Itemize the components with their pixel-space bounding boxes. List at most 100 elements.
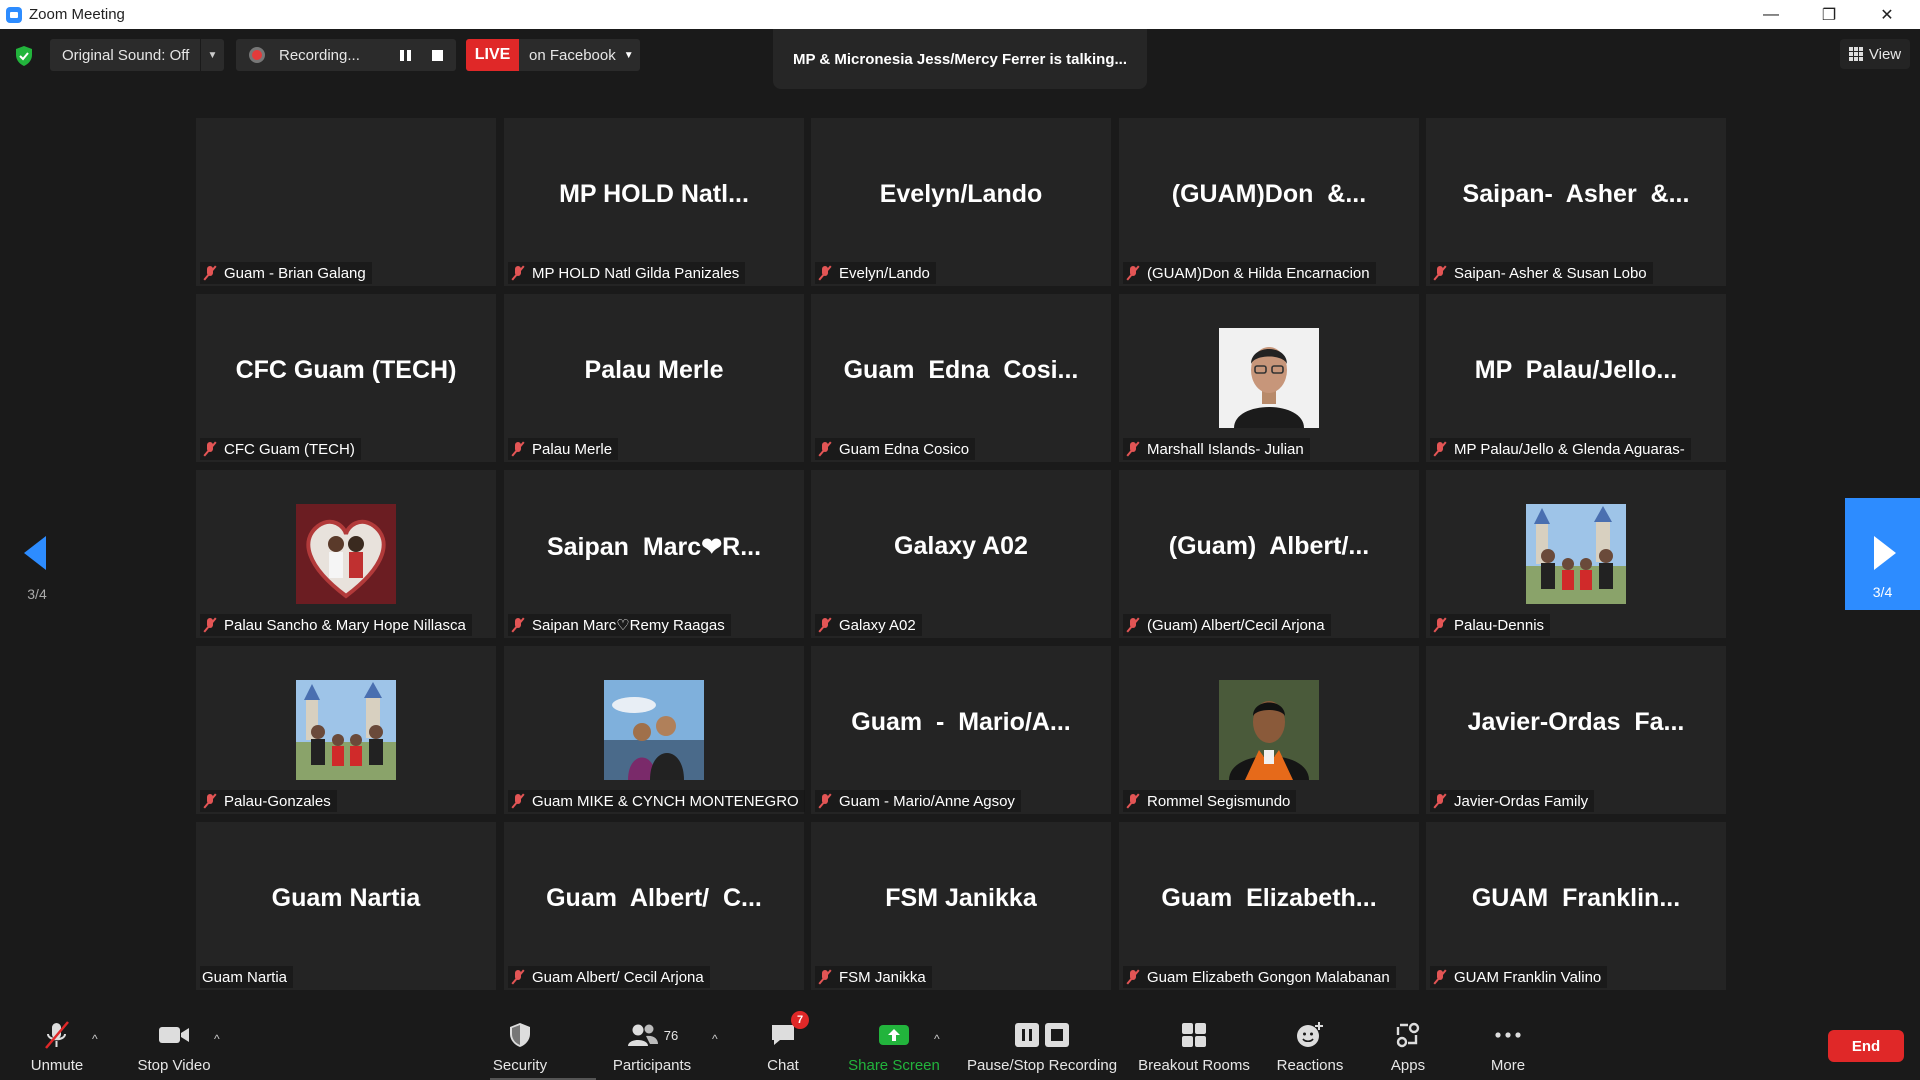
audio-options-caret-icon[interactable]: ^ [92,1032,98,1046]
participant-display-name: Guam Nartia [271,884,421,912]
muted-mic-icon [510,441,526,457]
participant-tile[interactable]: Rommel Segismundo [1119,646,1419,814]
participant-tile[interactable]: Guam Albert/ C... Guam Albert/ Cecil Arjo… [504,822,804,990]
muted-microphone-icon [42,1019,72,1051]
participant-photo [296,680,396,780]
participant-name: Marshall Islands- Julian [1147,440,1304,458]
participant-name: Guam Albert/ Cecil Arjona [532,968,704,986]
participant-tile[interactable]: MP Palau/Jello... MP Palau/Jello & Glenda… [1426,294,1726,462]
participants-count: 76 [663,1027,679,1043]
minimize-button[interactable]: — [1742,0,1800,29]
stop-icon [431,49,443,61]
participant-tile[interactable]: CFC Guam (TECH) CFC Guam (TECH) [196,294,496,462]
participant-tile[interactable]: Saipan- Asher &... Saipan- Asher & Susan … [1426,118,1726,286]
participant-tile[interactable]: Saipan Marc❤R... Saipan Marc♡Remy Raagas [504,470,804,638]
participant-tile[interactable]: Evelyn/Lando Evelyn/Lando [811,118,1111,286]
participant-name-label: Palau-Gonzales [200,790,337,812]
participants-icon: 76 [626,1019,678,1051]
participant-tile[interactable]: Guam Edna Cosi... Guam Edna Cosico [811,294,1111,462]
participant-tile[interactable]: Guam MIKE & CYNCH MONTENEGRO [504,646,805,814]
participant-name: Palau-Gonzales [224,792,331,810]
participant-name: Palau Merle [532,440,613,458]
muted-mic-icon [202,441,218,457]
participant-name-label: GUAM Franklin Valino [1430,966,1608,988]
participants-label: Participants [612,1057,692,1074]
breakout-rooms-icon [1180,1019,1208,1051]
participant-name-label: Guam MIKE & CYNCH MONTENEGRO [508,790,805,812]
previous-page-arrow-icon[interactable] [24,536,46,570]
muted-mic-icon [1432,793,1448,809]
close-button[interactable]: ✕ [1858,0,1916,29]
muted-mic-icon [1125,265,1141,281]
participant-display-name: Guam Edna Cosi... [843,356,1079,384]
original-sound-toggle[interactable]: Original Sound: Off ▼ [50,39,224,71]
next-page-arrow-icon [1874,536,1896,570]
participant-name: (Guam) Albert/Cecil Arjona [1147,616,1325,634]
participant-tile[interactable]: Palau-Dennis [1426,470,1726,638]
view-label: View [1868,45,1902,63]
muted-mic-icon [1125,793,1141,809]
muted-mic-icon [202,617,218,633]
previous-page-number: 3/4 [27,586,47,602]
view-button[interactable]: View [1840,39,1910,69]
participant-display-name: MP Palau/Jello... [1474,356,1678,384]
participant-name-label: Guam - Brian Galang [200,262,372,284]
participants-options-caret-icon[interactable]: ^ [712,1032,718,1046]
chat-button[interactable]: 7 Chat [748,1008,818,1080]
participant-tile[interactable]: Guam Nartia Guam Nartia [196,822,496,990]
participant-name: CFC Guam (TECH) [224,440,355,458]
participant-tile[interactable]: Palau Merle Palau Merle [504,294,804,462]
more-button[interactable]: More [1478,1008,1538,1080]
next-page-number: 3/4 [1872,584,1893,600]
participant-name: (GUAM)Don & Hilda Encarnacion [1147,264,1370,282]
participant-tile[interactable]: Guam - Mario/A... Guam - Mario/Anne Agsoy [811,646,1111,814]
security-button[interactable]: Security [480,1008,560,1080]
end-meeting-button[interactable]: End [1828,1030,1904,1062]
participant-name-label: Rommel Segismundo [1123,790,1297,812]
participant-tile[interactable]: Galaxy A02 Galaxy A02 [811,470,1111,638]
share-options-caret-icon[interactable]: ^ [934,1032,940,1046]
participant-tile[interactable]: Marshall Islands- Julian [1119,294,1419,462]
muted-mic-icon [817,441,833,457]
pause-stop-recording-icon [1013,1019,1071,1051]
participant-name-label: Guam Elizabeth Gongon Malabanan [1123,966,1396,988]
participant-name-label: Palau Merle [508,438,619,460]
participants-button[interactable]: 76 Participants [606,1008,698,1080]
more-label: More [1490,1057,1526,1074]
live-stream-dropdown[interactable]: LIVE on Facebook ▼ [466,39,640,71]
participant-name: Saipan Marc♡Remy Raagas [532,617,725,634]
participant-name-label: MP HOLD Natl Gilda Panizales [508,262,746,284]
participant-name-label: Galaxy A02 [815,614,922,636]
unmute-button[interactable]: Unmute [18,1008,96,1080]
participant-tile[interactable]: Palau Sancho & Mary Hope Nillasca [196,470,496,638]
live-badge: LIVE [466,39,519,71]
share-screen-label: Share Screen [848,1057,940,1074]
participant-name: Guam Elizabeth Gongon Malabanan [1147,968,1390,986]
unmute-label: Unmute [30,1057,84,1074]
reactions-button[interactable]: Reactions [1270,1008,1350,1080]
participant-name-label: Evelyn/Lando [815,262,936,284]
participant-tile[interactable]: MP HOLD Natl... MP HOLD Natl Gilda Paniza… [504,118,804,286]
chevron-down-icon[interactable]: ▼ [200,39,224,71]
participant-tile[interactable]: FSM Janikka FSM Janikka [811,822,1111,990]
participant-tile[interactable]: (Guam) Albert/... (Guam) Albert/Cecil Arj… [1119,470,1419,638]
stop-video-button[interactable]: Stop Video [128,1008,220,1080]
participant-tile[interactable]: Guam - Brian Galang [196,118,496,286]
share-screen-button[interactable]: Share Screen [842,1008,946,1080]
next-page-button[interactable]: 3/4 [1845,498,1920,610]
breakout-rooms-button[interactable]: Breakout Rooms [1132,1008,1256,1080]
participant-tile[interactable]: Guam Elizabeth... Guam Elizabeth Gongon M… [1119,822,1419,990]
video-options-caret-icon[interactable]: ^ [214,1032,220,1046]
participant-photo [1526,504,1626,604]
pause-stop-recording-button[interactable]: Pause/Stop Recording [962,1008,1122,1080]
participant-tile[interactable]: Palau-Gonzales [196,646,496,814]
encryption-shield-icon[interactable] [14,45,34,67]
participant-tile[interactable]: Javier-Ordas Fa... Javier-Ordas Family [1426,646,1726,814]
participant-tile[interactable]: GUAM Franklin... GUAM Franklin Valino [1426,822,1726,990]
apps-button[interactable]: Apps [1378,1008,1438,1080]
participant-tile[interactable]: (GUAM)Don &... (GUAM)Don & Hilda Encarnac… [1119,118,1419,286]
stop-recording-button[interactable] [421,39,453,71]
restore-button[interactable]: ❐ [1800,0,1858,29]
reactions-smiley-icon [1295,1019,1325,1051]
pause-recording-button[interactable] [389,39,421,71]
